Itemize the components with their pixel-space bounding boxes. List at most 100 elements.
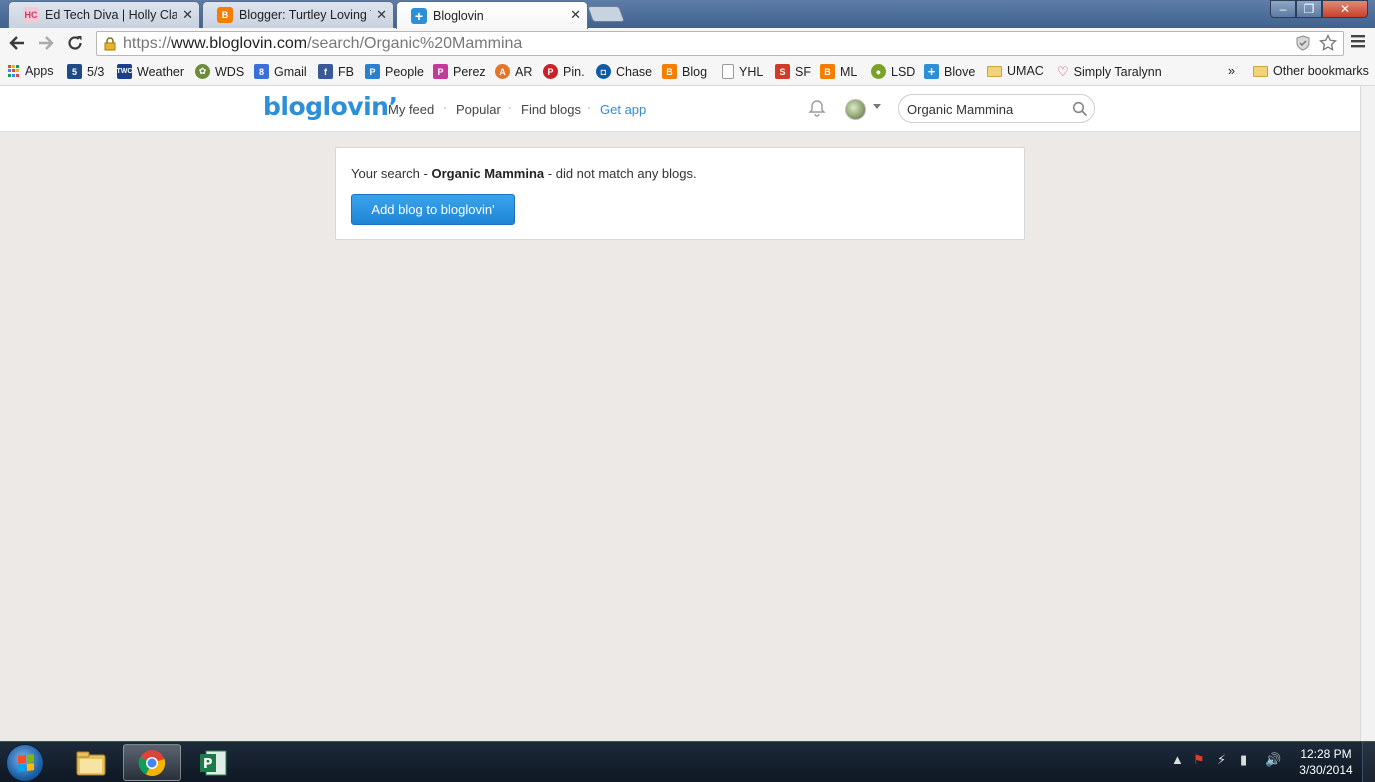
other-bookmarks-folder[interactable]: Other bookmarks — [1253, 64, 1369, 78]
shield-icon[interactable] — [1295, 35, 1311, 51]
bloglovin-logo[interactable]: bloglovin’ — [263, 92, 398, 121]
tab-blogger[interactable]: B Blogger: Turtley Loving Te ✕ — [202, 1, 394, 28]
bookmark-blog[interactable]: B Blog — [662, 64, 707, 79]
heart-icon: ♡ — [1057, 64, 1069, 79]
bookmark-gmail[interactable]: 8 Gmail — [254, 64, 307, 79]
power-icon[interactable]: ▮ — [1240, 752, 1247, 768]
chrome-icon — [138, 749, 166, 776]
bookmarks-overflow-button[interactable]: » — [1228, 64, 1235, 78]
chase-icon: ◘ — [596, 64, 611, 79]
bookmark-perez[interactable]: P Perez — [433, 64, 486, 79]
perez-icon: P — [433, 64, 448, 79]
search-icon[interactable] — [1072, 101, 1088, 117]
start-button[interactable] — [6, 744, 44, 782]
bookmark-yhl[interactable]: YHL — [722, 64, 763, 79]
page-viewport: bloglovin’ My feed Popular Find blogs Ge… — [0, 86, 1360, 741]
tab-title: Ed Tech Diva | Holly Clark — [45, 8, 177, 22]
bookmark-label: YHL — [739, 64, 764, 79]
bookmark-label: FB — [338, 64, 354, 79]
url-text: https://www.bloglovin.com/search/Organic… — [123, 34, 523, 52]
bookmark-label: Weather — [137, 64, 185, 79]
site-search-box — [898, 94, 1095, 123]
new-tab-button[interactable] — [587, 6, 625, 22]
tab-ed-tech-diva[interactable]: HC Ed Tech Diva | Holly Clark ✕ — [8, 1, 200, 28]
browser-toolbar: https://www.bloglovin.com/search/Organic… — [0, 28, 1375, 58]
bookmark-label: SF — [795, 64, 811, 79]
holly-clark-favicon-icon: HC — [23, 7, 39, 23]
bookmark-chase[interactable]: ◘ Chase — [596, 64, 652, 79]
back-button[interactable] — [6, 32, 28, 54]
nav-separator — [588, 107, 590, 109]
bookmark-simply-taralynn[interactable]: ♡ Simply Taralynn — [1057, 64, 1162, 80]
network-icon[interactable]: ⚡ — [1217, 752, 1226, 768]
nav-popular[interactable]: Popular — [456, 102, 501, 117]
bookmark-apps[interactable]: Apps — [7, 64, 54, 78]
chrome-menu-button[interactable] — [1350, 34, 1366, 53]
close-tab-icon[interactable]: ✕ — [570, 7, 581, 23]
hamburger-menu-icon — [1351, 35, 1365, 48]
svg-text:P: P — [203, 757, 213, 772]
bookmark-ar[interactable]: A AR — [495, 64, 532, 79]
bookmark-blove[interactable]: + Blove — [924, 64, 975, 79]
blogger-favicon-icon: B — [217, 7, 233, 23]
nav-find-blogs[interactable]: Find blogs — [521, 102, 581, 117]
system-clock[interactable]: 12:28 PM 3/30/2014 — [1296, 746, 1356, 778]
people-icon: P — [365, 64, 380, 79]
bookmark-label: UMAC — [1007, 64, 1044, 78]
bookmark-pinterest[interactable]: P Pin. — [543, 64, 585, 79]
notifications-bell-icon[interactable] — [808, 99, 826, 117]
add-blog-button[interactable]: Add blog to bloglovin' — [351, 194, 515, 225]
bookmark-weather[interactable]: TWC Weather — [117, 64, 184, 79]
back-arrow-icon — [9, 36, 24, 50]
folder-icon — [987, 65, 1002, 77]
bookmark-fb[interactable]: f FB — [318, 64, 354, 79]
bookmark-label: Chase — [616, 64, 653, 79]
reload-button[interactable] — [64, 32, 86, 54]
search-input[interactable] — [907, 100, 1067, 118]
volume-icon[interactable]: 🔊 — [1265, 752, 1281, 768]
bookmark-lsd[interactable]: ● LSD — [871, 64, 915, 79]
bookmark-label: Gmail — [274, 64, 307, 79]
bookmark-label: Blove — [944, 64, 976, 79]
wds-icon: ✿ — [195, 64, 210, 79]
forward-button[interactable] — [35, 32, 57, 54]
forward-arrow-icon — [39, 36, 54, 50]
bookmark-star-icon[interactable] — [1319, 34, 1337, 52]
tab-bloglovin[interactable]: + Bloglovin ✕ — [396, 1, 588, 29]
nav-get-app[interactable]: Get app — [600, 102, 646, 117]
bookmark-ml[interactable]: B ML — [820, 64, 857, 79]
tab-title: Bloglovin — [433, 8, 484, 23]
taskbar-file-explorer[interactable] — [62, 744, 120, 781]
bloglovin-header: bloglovin’ My feed Popular Find blogs Ge… — [0, 86, 1360, 132]
facebook-icon: f — [318, 64, 333, 79]
nav-separator — [509, 107, 511, 109]
fifth-third-icon: 5 — [67, 64, 82, 79]
user-avatar[interactable] — [845, 99, 866, 120]
show-hidden-icons-button[interactable]: ▲ — [1171, 752, 1184, 767]
page-scrollbar[interactable] — [1360, 86, 1375, 741]
maximize-button[interactable]: ❐ — [1296, 0, 1322, 18]
show-desktop-button[interactable] — [1362, 742, 1375, 782]
taskbar-chrome[interactable] — [123, 744, 181, 781]
publisher-icon: P — [200, 750, 227, 775]
chevron-down-icon[interactable] — [873, 104, 881, 109]
address-bar[interactable]: https://www.bloglovin.com/search/Organic… — [96, 31, 1344, 56]
bookmarks-bar: Apps 5 5/3 TWC Weather ✿ WDS 8 Gmail f F… — [0, 58, 1375, 86]
taskbar-publisher[interactable]: P — [184, 744, 242, 781]
clock-date: 3/30/2014 — [1299, 763, 1353, 777]
bookmark-wds[interactable]: ✿ WDS — [195, 64, 244, 79]
bookmark-people[interactable]: P People — [365, 64, 424, 79]
lock-icon — [104, 36, 116, 50]
close-window-button[interactable]: ✕ — [1322, 0, 1368, 18]
ar-icon: A — [495, 64, 510, 79]
bookmark-umac-folder[interactable]: UMAC — [987, 64, 1044, 78]
bookmark-sf[interactable]: S SF — [775, 64, 811, 79]
nav-separator — [444, 107, 446, 109]
gmail-icon: 8 — [254, 64, 269, 79]
minimize-button[interactable]: ‒ — [1270, 0, 1296, 18]
nav-my-feed[interactable]: My feed — [388, 102, 434, 117]
close-tab-icon[interactable]: ✕ — [182, 7, 193, 23]
bookmark-53[interactable]: 5 5/3 — [67, 64, 104, 79]
close-tab-icon[interactable]: ✕ — [376, 7, 387, 23]
action-center-flag-icon[interactable]: ⚑ — [1193, 752, 1205, 768]
